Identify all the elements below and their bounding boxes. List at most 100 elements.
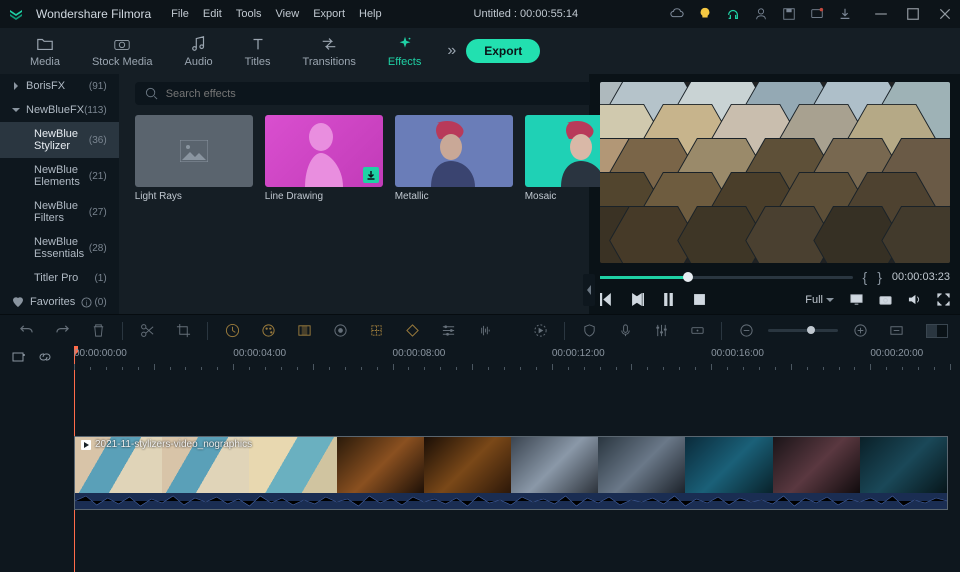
sidebar-item-borisfx[interactable]: BorisFX (91) bbox=[0, 74, 119, 98]
menu-file[interactable]: File bbox=[171, 8, 189, 20]
svg-text:i: i bbox=[86, 298, 88, 307]
clip-name-label: 2021-11-stylizers-video_nographics bbox=[95, 439, 252, 450]
snapshot-icon[interactable] bbox=[879, 293, 892, 306]
sparkle-icon bbox=[396, 35, 414, 53]
main-menu: File Edit Tools View Export Help bbox=[171, 8, 381, 20]
marker-shield-icon[interactable] bbox=[575, 317, 603, 345]
snap-icon[interactable] bbox=[683, 317, 711, 345]
folder-icon bbox=[36, 35, 54, 53]
sidebar-item-newblue-elements[interactable]: NewBlue Elements(21) bbox=[0, 158, 119, 194]
ruler-timestamp: 00:00:20:00 bbox=[870, 348, 923, 359]
headphones-icon[interactable] bbox=[726, 7, 740, 21]
menu-view[interactable]: View bbox=[276, 8, 300, 20]
search-input[interactable] bbox=[166, 88, 607, 100]
menu-export[interactable]: Export bbox=[313, 8, 345, 20]
sidebar-item-favorites[interactable]: Favoritesi (0) bbox=[0, 290, 119, 314]
search-box[interactable] bbox=[135, 82, 617, 105]
tab-media[interactable]: Media bbox=[14, 31, 76, 72]
titlebar: Wondershare Filmora File Edit Tools View… bbox=[0, 0, 960, 28]
user-icon[interactable] bbox=[754, 7, 768, 21]
crop-icon[interactable] bbox=[169, 317, 197, 345]
ruler-timestamp: 00:00:08:00 bbox=[393, 348, 446, 359]
mark-out-button[interactable]: } bbox=[877, 269, 882, 285]
camera-icon bbox=[113, 35, 131, 53]
ratio-preview-icon[interactable] bbox=[926, 324, 948, 338]
lightbulb-icon[interactable] bbox=[698, 7, 712, 21]
audio-waveform bbox=[75, 493, 947, 509]
export-button[interactable]: Export bbox=[466, 39, 540, 63]
mask-icon[interactable] bbox=[362, 317, 390, 345]
menu-edit[interactable]: Edit bbox=[203, 8, 222, 20]
preview-scrub-slider[interactable] bbox=[600, 276, 853, 279]
split-icon[interactable] bbox=[133, 317, 161, 345]
tab-stock-media[interactable]: Stock Media bbox=[76, 31, 169, 72]
minimize-icon[interactable] bbox=[874, 7, 888, 21]
speed-icon[interactable] bbox=[218, 317, 246, 345]
preview-canvas[interactable] bbox=[600, 82, 950, 263]
delete-icon[interactable] bbox=[84, 317, 112, 345]
link-icon[interactable] bbox=[38, 350, 52, 364]
effect-thumb-line-drawing[interactable]: Line Drawing bbox=[265, 115, 383, 202]
maximize-icon[interactable] bbox=[906, 7, 920, 21]
timeline-ruler[interactable]: 00:00:00:0000:00:04:0000:00:08:0000:00:1… bbox=[74, 346, 960, 386]
message-icon[interactable] bbox=[810, 7, 824, 21]
tab-transitions[interactable]: Transitions bbox=[287, 31, 372, 72]
add-track-icon[interactable] bbox=[12, 350, 26, 364]
more-tabs-icon[interactable]: » bbox=[437, 42, 466, 60]
chevron-right-icon bbox=[12, 82, 20, 90]
sidebar-item-newblue-stylizer[interactable]: NewBlue Stylizer(36) bbox=[0, 122, 119, 158]
pause-icon[interactable] bbox=[662, 293, 675, 306]
effect-thumb-metallic[interactable]: Metallic bbox=[395, 115, 513, 202]
sidebar-item-titler-pro[interactable]: Titler Pro(1) bbox=[0, 266, 119, 290]
display-icon[interactable] bbox=[850, 293, 863, 306]
download-badge-icon[interactable] bbox=[363, 167, 379, 183]
menu-tools[interactable]: Tools bbox=[236, 8, 262, 20]
mark-in-button[interactable]: { bbox=[863, 269, 868, 285]
menu-help[interactable]: Help bbox=[359, 8, 382, 20]
play-icon[interactable] bbox=[631, 293, 644, 306]
sidebar-item-newblue-essentials[interactable]: NewBlue Essentials(28) bbox=[0, 230, 119, 266]
zoom-fit-icon[interactable] bbox=[882, 317, 910, 345]
stop-icon[interactable] bbox=[693, 293, 706, 306]
redo-icon[interactable] bbox=[48, 317, 76, 345]
preview-timecode: 00:00:03:23 bbox=[892, 271, 950, 283]
tab-effects[interactable]: Effects bbox=[372, 31, 437, 72]
video-track-clip[interactable]: 2021-11-stylizers-video_nographics bbox=[74, 436, 948, 510]
green-screen-icon[interactable] bbox=[290, 317, 318, 345]
sidebar-item-newblue-filters[interactable]: NewBlue Filters(27) bbox=[0, 194, 119, 230]
volume-icon[interactable] bbox=[908, 293, 921, 306]
zoom-slider[interactable] bbox=[768, 329, 838, 332]
mic-icon[interactable] bbox=[611, 317, 639, 345]
prev-frame-icon[interactable] bbox=[600, 293, 613, 306]
panel-collapse-handle[interactable] bbox=[583, 274, 595, 306]
zoom-out-icon[interactable] bbox=[732, 317, 760, 345]
close-icon[interactable] bbox=[938, 7, 952, 21]
tab-audio[interactable]: Audio bbox=[169, 31, 229, 72]
download-icon[interactable] bbox=[838, 7, 852, 21]
sidebar-item-newbluefx[interactable]: NewBlueFX (113) bbox=[0, 98, 119, 122]
effects-category-sidebar: BorisFX (91) NewBlueFX (113) NewBlue Sty… bbox=[0, 74, 119, 314]
module-tabs: Media Stock Media Audio Titles Transitio… bbox=[0, 28, 960, 74]
chevron-down-icon bbox=[826, 296, 834, 304]
zoom-in-icon[interactable] bbox=[846, 317, 874, 345]
tab-titles[interactable]: Titles bbox=[229, 31, 287, 72]
undo-icon[interactable] bbox=[12, 317, 40, 345]
keyframe-icon[interactable] bbox=[398, 317, 426, 345]
ruler-timestamp: 00:00:04:00 bbox=[233, 348, 286, 359]
cloud-icon[interactable] bbox=[670, 7, 684, 21]
save-icon[interactable] bbox=[782, 7, 796, 21]
render-icon[interactable] bbox=[526, 317, 554, 345]
effect-thumb-light-rays[interactable]: Light Rays bbox=[135, 115, 253, 202]
app-name: Wondershare Filmora bbox=[36, 7, 151, 21]
preview-quality-select[interactable]: Full bbox=[805, 294, 834, 306]
record-icon[interactable] bbox=[326, 317, 354, 345]
color-icon[interactable] bbox=[254, 317, 282, 345]
fullscreen-icon[interactable] bbox=[937, 293, 950, 306]
preview-panel: { } 00:00:03:23 Full bbox=[590, 74, 960, 314]
transitions-icon bbox=[320, 35, 338, 53]
timeline: 00:00:00:0000:00:04:0000:00:08:0000:00:1… bbox=[0, 346, 960, 572]
adjust-icon[interactable] bbox=[434, 317, 462, 345]
app-logo bbox=[8, 6, 24, 22]
audio-edit-icon[interactable] bbox=[470, 317, 498, 345]
mixer-icon[interactable] bbox=[647, 317, 675, 345]
